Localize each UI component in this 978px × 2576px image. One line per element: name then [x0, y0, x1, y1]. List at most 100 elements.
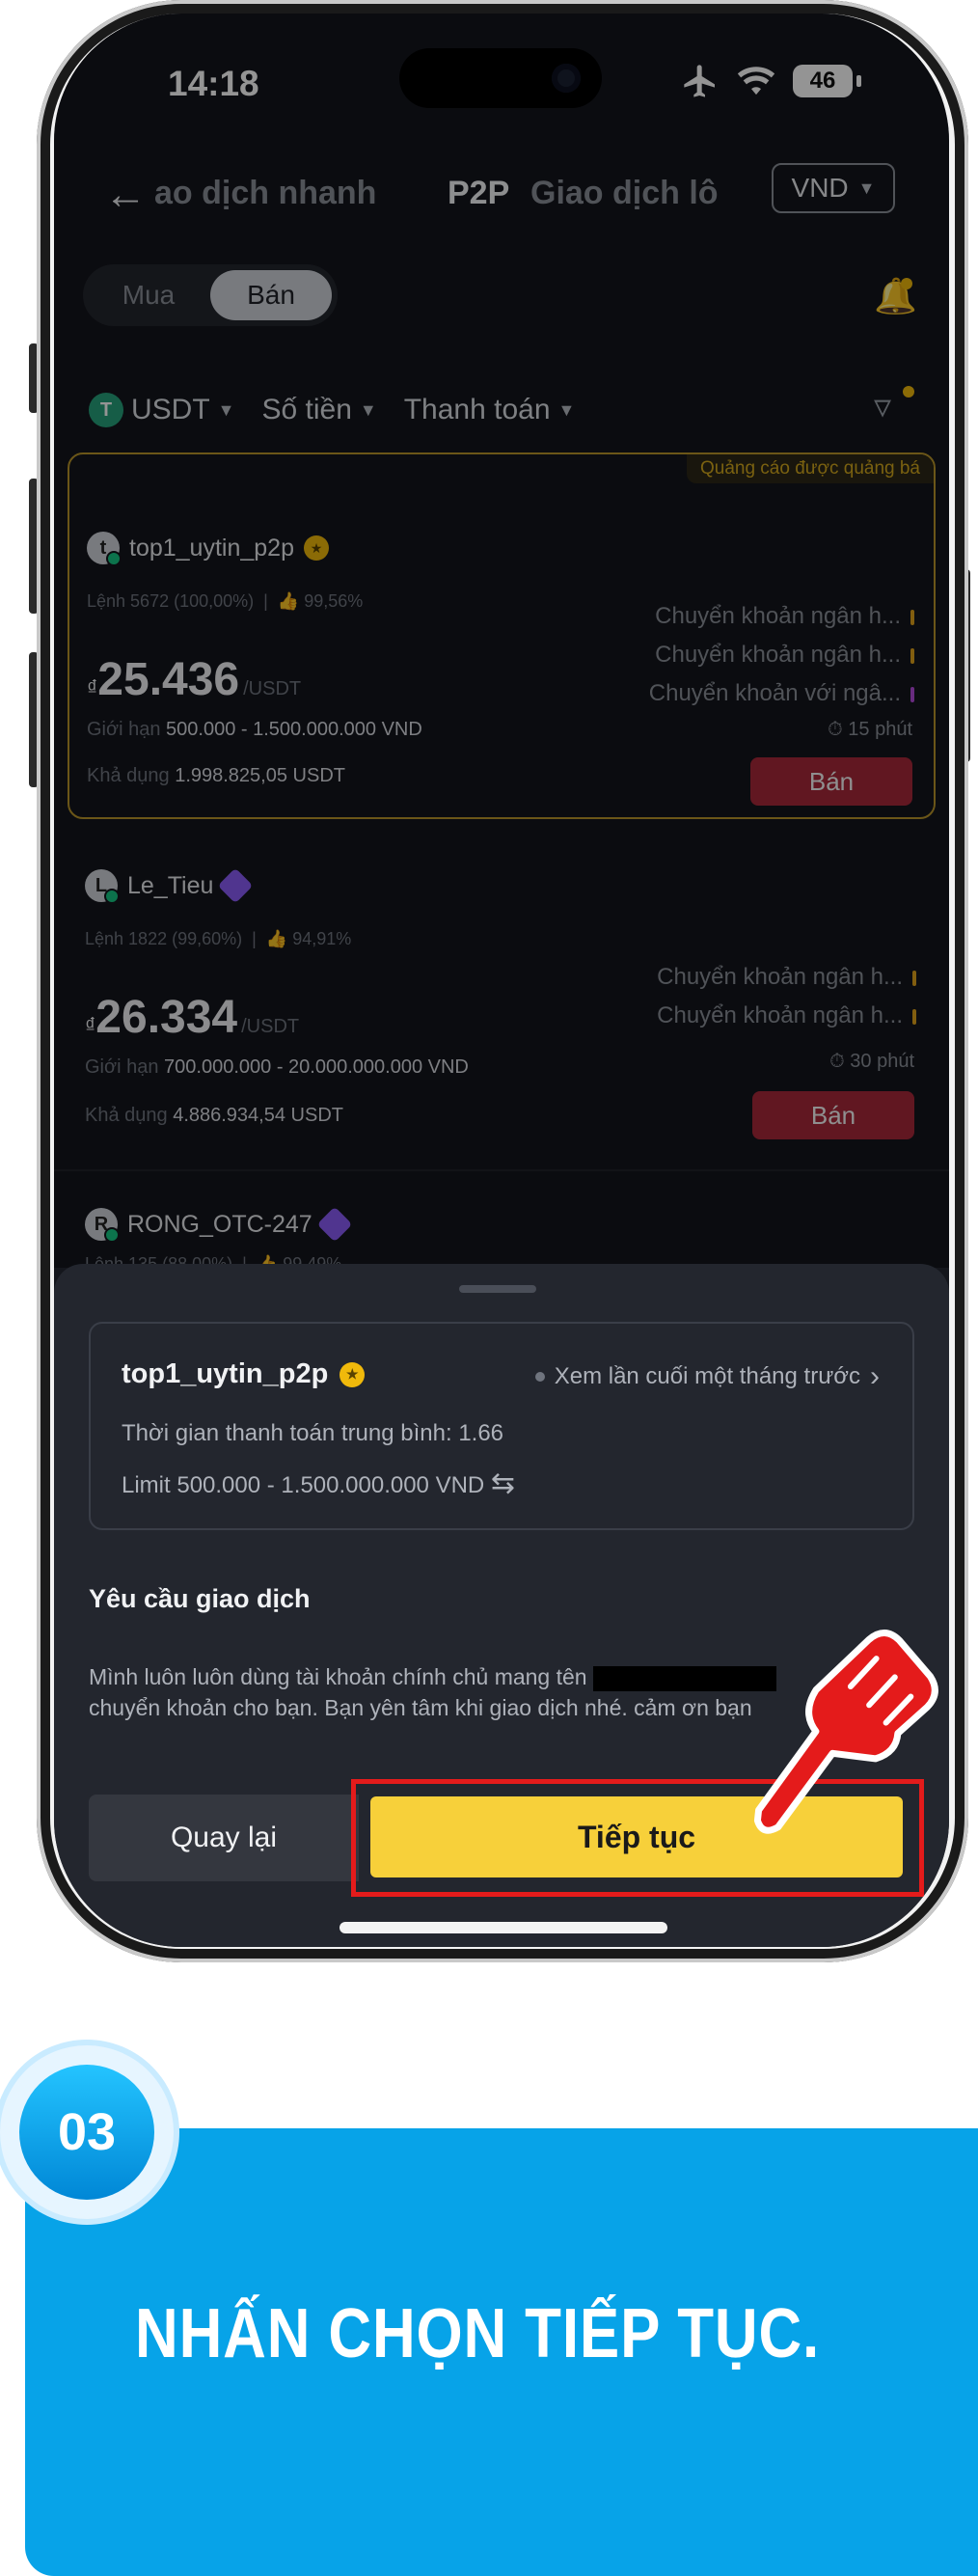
price-value: 25.436	[97, 654, 240, 705]
pointing-hand-icon	[753, 1630, 938, 1834]
tab-block-trade[interactable]: Giao dịch lô	[530, 175, 719, 212]
ad-card-promoted[interactable]: Quảng cáo được quảng bá t top1_uytin_p2p ★…	[68, 452, 936, 819]
diamond-merchant-badge-icon	[218, 867, 254, 904]
last-seen-link[interactable]: Xem lần cuối một tháng trước ›	[534, 1360, 880, 1393]
card-divider	[54, 1169, 949, 1171]
available-value: 1.998.825,05 USDT	[175, 765, 345, 786]
sell-button[interactable]: Bán	[752, 1091, 914, 1139]
back-button[interactable]: Quay lại	[89, 1795, 359, 1881]
payment-color-bar	[912, 970, 916, 986]
step-number-badge: 03	[0, 2045, 174, 2219]
sell-button[interactable]: Bán	[750, 757, 912, 806]
p2p-list-background: 14:18 46 ← ao dịch nhanh P2P Giao dịch l…	[54, 14, 949, 1274]
avatar: R	[85, 1208, 120, 1243]
requirements-title: Yêu cầu giao dịch	[89, 1584, 311, 1613]
promoted-tag: Quảng cáo được quảng bá	[686, 454, 934, 483]
home-indicator[interactable]	[340, 1922, 667, 1933]
limit-label: Giới hạn	[87, 719, 161, 740]
payment-method: Chuyển khoản ngân h...	[657, 1002, 916, 1029]
currency-selector[interactable]: VND ▼	[772, 163, 895, 213]
avatar: L	[85, 869, 120, 904]
payment-color-bar	[910, 647, 914, 664]
limit-label: Giới hạn	[85, 1056, 159, 1078]
online-dot	[104, 1227, 120, 1243]
payment-color-bar	[910, 686, 914, 702]
buy-sell-toggle: Mua Bán	[83, 264, 338, 326]
offline-dot	[534, 1372, 545, 1382]
camera-icon	[552, 64, 581, 93]
chevron-down-icon: ▼	[217, 399, 235, 420]
funnel-filter-icon[interactable]: ▿	[874, 386, 891, 426]
available-row: Khả dụng 1.998.825,05 USDT	[87, 765, 345, 787]
payment-method: Chuyển khoản với ngâ...	[649, 680, 914, 707]
chevron-down-icon: ▼	[857, 178, 876, 198]
payment-method: Chuyển khoản ngân h...	[657, 964, 916, 991]
amount-filter[interactable]: Số tiền ▼	[262, 394, 377, 426]
rating: 94,91%	[292, 929, 352, 948]
online-dot	[104, 889, 120, 904]
top-nav: ← ao dịch nhanh P2P Giao dịch lô VND ▼	[54, 163, 949, 231]
tab-p2p[interactable]: P2P	[448, 175, 509, 212]
chevron-down-icon: ▼	[557, 399, 576, 420]
price: ₫25.436/USDT	[87, 653, 301, 706]
merchant-label: Le_Tieu	[127, 871, 214, 899]
price-currency: ₫	[85, 1013, 96, 1037]
clock-icon: ⏱	[828, 719, 843, 740]
asset-filter[interactable]: T USDT ▼	[89, 393, 235, 427]
limit-value: 700.000.000 - 20.000.000.000 VND	[164, 1056, 469, 1078]
available-label: Khả dụng	[87, 765, 170, 786]
payment-method: Chuyển khoản ngân h...	[655, 603, 914, 630]
wifi-icon	[737, 67, 775, 96]
back-arrow-icon[interactable]: ←	[104, 171, 147, 219]
notification-dot	[901, 278, 912, 289]
sheet-grabber[interactable]	[459, 1285, 536, 1293]
currency-label: VND	[791, 173, 849, 203]
limit-row: Giới hạn 500.000 - 1.500.000.000 VND	[87, 719, 422, 741]
price: ₫26.334/USDT	[85, 991, 299, 1044]
payment-filter[interactable]: Thanh toán ▼	[404, 394, 576, 426]
buy-tab[interactable]: Mua	[93, 270, 204, 320]
available-label: Khả dụng	[85, 1105, 168, 1126]
price-unit: /USDT	[241, 1016, 300, 1037]
battery-indicator: 46	[793, 65, 853, 97]
step-instruction: NHẤN CHỌN TIẾP TỤC.	[135, 2295, 821, 2372]
sheet-merchant-name: top1_uytin_p2p ★	[122, 1358, 366, 1390]
payment-method: Chuyển khoản ngân h...	[655, 642, 914, 669]
order-count: Lệnh 5672 (100,00%)	[87, 591, 255, 611]
sheet-limit: Limit 500.000 - 1.500.000.000 VND ⇆	[122, 1467, 516, 1499]
payment-color-bar	[910, 609, 914, 625]
order-count: Lệnh 1822 (99,60%)	[85, 929, 243, 948]
filter-bar: T USDT ▼ Số tiền ▼ Thanh toán ▼	[89, 388, 602, 432]
price-currency: ₫	[87, 675, 98, 699]
chevron-right-icon: ›	[870, 1360, 880, 1392]
tab-quick-trade[interactable]: ao dịch nhanh	[154, 175, 376, 212]
gold-merchant-badge-icon: ★	[303, 535, 329, 561]
online-dot	[106, 551, 122, 566]
asset-label: USDT	[131, 394, 210, 425]
sell-tab[interactable]: Bán	[210, 270, 332, 320]
amount-label: Số tiền	[261, 394, 352, 425]
thumbs-up-icon: 👍	[277, 591, 300, 611]
thumbs-up-icon: 👍	[265, 929, 288, 948]
ad-card[interactable]: L Le_Tieu Lệnh 1822 (99,60%) | 👍 94,91% ₫…	[68, 838, 936, 1166]
filter-dot	[903, 386, 914, 397]
swap-arrows-icon[interactable]: ⇆	[491, 1467, 515, 1499]
payment-label: Thanh toán	[403, 394, 551, 425]
merchant-name[interactable]: L Le_Tieu	[85, 867, 254, 904]
diamond-merchant-badge-icon	[316, 1206, 353, 1243]
step-number: 03	[19, 2065, 154, 2200]
merchant-name[interactable]: t top1_uytin_p2p ★	[87, 532, 329, 566]
status-time: 14:18	[168, 64, 259, 103]
limit-value: 500.000 - 1.500.000.000 VND	[166, 719, 422, 740]
price-unit: /USDT	[243, 678, 302, 699]
available-row: Khả dụng 4.886.934,54 USDT	[85, 1105, 343, 1127]
dynamic-island	[399, 48, 602, 108]
ad-card[interactable]: RRONG_OTC-247 Lệnh 135 (88,00%) | 👍 99,4…	[68, 1181, 936, 1274]
battery-tip	[856, 75, 861, 87]
merchant-stats: Lệnh 5672 (100,00%) | 👍 99,56%	[87, 591, 364, 611]
available-value: 4.886.934,54 USDT	[173, 1105, 343, 1126]
price-value: 26.334	[95, 992, 238, 1043]
limit-row: Giới hạn 700.000.000 - 20.000.000.000 VN…	[85, 1056, 469, 1079]
rating: 99,56%	[304, 591, 364, 611]
merchant-name[interactable]: R RONG_OTC-247	[85, 1206, 353, 1243]
